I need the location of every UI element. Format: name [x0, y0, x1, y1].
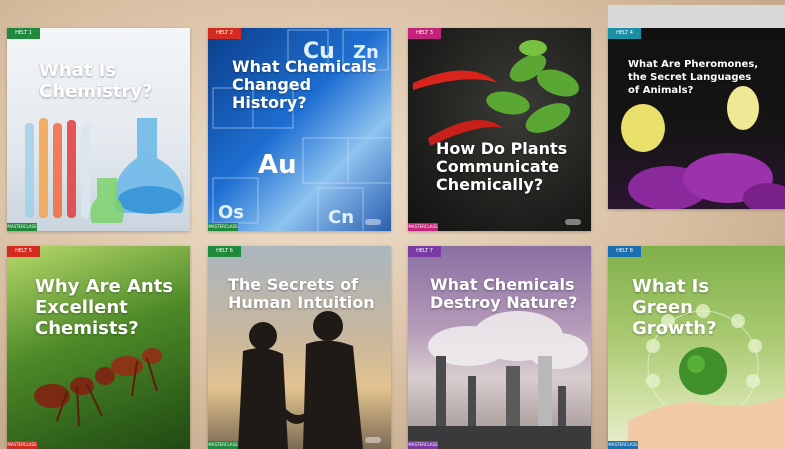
leaves	[486, 40, 580, 133]
flask-liquid	[118, 186, 182, 214]
ant	[34, 367, 115, 408]
book-card-what-is-green-growth[interactable]: HELT 8 What Is Green Growth? MASTERCLASS	[608, 246, 785, 449]
publisher-footer: MASTERCLASS	[208, 223, 238, 231]
volume-tag: HELT 4	[608, 28, 641, 39]
book-card-what-are-pheromones[interactable]: HELT 4 What Are Pheromones, the Secret L…	[608, 28, 785, 209]
book-card-what-is-chemistry[interactable]: HELT 1 What Is Chemistry? MASTERCLASS	[7, 28, 190, 231]
test-tube	[67, 120, 76, 218]
green-globe	[679, 347, 727, 395]
publisher-logo-icon	[365, 219, 381, 225]
book-card-secrets-of-human-intuition[interactable]: HELT 6 The Secrets of Human Intuition MA…	[208, 246, 391, 449]
lab-glassware-illustration	[25, 118, 185, 223]
factory-chimneys	[408, 356, 591, 449]
test-tube	[39, 118, 48, 218]
test-tube	[81, 123, 90, 218]
book-title: Why Are Ants Excellent Chemists?	[35, 276, 174, 339]
book-title: What Chemicals Changed History?	[232, 57, 377, 112]
svg-text:Os: Os	[218, 202, 244, 223]
publisher-footer: MASTERCLASS	[7, 223, 37, 231]
publisher-footer: MASTERCLASS	[408, 223, 438, 231]
chili-pepper	[413, 70, 498, 90]
test-tube	[53, 123, 62, 218]
volume-tag: HELT 5	[7, 246, 40, 257]
smoke-clouds	[428, 311, 588, 369]
volume-tag: HELT 3	[408, 28, 441, 39]
placeholder-banner	[608, 5, 785, 28]
volume-tag: HELT 2	[208, 28, 241, 39]
book-title: How Do Plants Communicate Chemically?	[436, 139, 568, 194]
butterflies-on-flowers-illustration	[621, 86, 785, 209]
volume-tag: HELT 8	[608, 246, 641, 257]
book-card-what-chemicals-changed-history[interactable]: Cu Zn Au Os Cn HELT 2 What Chemicals Cha…	[208, 28, 391, 231]
book-card-why-are-ants-excellent-chemists[interactable]: HELT 5 Why Are Ants Excellent Chemists? …	[7, 246, 190, 449]
butterfly-wing	[621, 104, 665, 152]
person-body	[238, 348, 288, 449]
lilac-flowers	[628, 153, 785, 209]
book-title: What Are Pheromones, the Secret Language…	[628, 59, 759, 96]
volume-tag: HELT 7	[408, 246, 441, 257]
svg-text:Au: Au	[258, 150, 297, 180]
book-title: What Chemicals Destroy Nature?	[430, 275, 578, 312]
publisher-logo-icon	[365, 437, 381, 443]
volume-tag: HELT 1	[7, 28, 40, 39]
plant-illustration	[413, 40, 580, 146]
book-title: The Secrets of Human Intuition	[228, 275, 375, 312]
book-title: What Is Green Growth?	[632, 276, 717, 339]
book-grid: HELT 1 What Is Chemistry? MASTERCLASS Cu…	[0, 0, 785, 449]
svg-text:Cn: Cn	[328, 207, 354, 228]
publisher-footer: MASTERCLASS	[408, 441, 438, 449]
person-head	[249, 322, 277, 350]
hand	[628, 396, 785, 449]
publisher-footer: MASTERCLASS	[7, 441, 37, 449]
publisher-logo-icon	[565, 219, 581, 225]
publisher-footer: MASTERCLASS	[608, 441, 638, 449]
person-body	[303, 340, 363, 449]
test-tube	[25, 123, 34, 218]
volume-tag: HELT 6	[208, 246, 241, 257]
book-card-what-chemicals-destroy-nature[interactable]: HELT 7 What Chemicals Destroy Nature? MA…	[408, 246, 591, 449]
book-title: What Is Chemistry?	[39, 60, 153, 102]
publisher-footer: MASTERCLASS	[208, 441, 238, 449]
person-head	[313, 311, 343, 341]
book-card-how-do-plants-communicate[interactable]: HELT 3 How Do Plants Communicate Chemica…	[408, 28, 591, 231]
